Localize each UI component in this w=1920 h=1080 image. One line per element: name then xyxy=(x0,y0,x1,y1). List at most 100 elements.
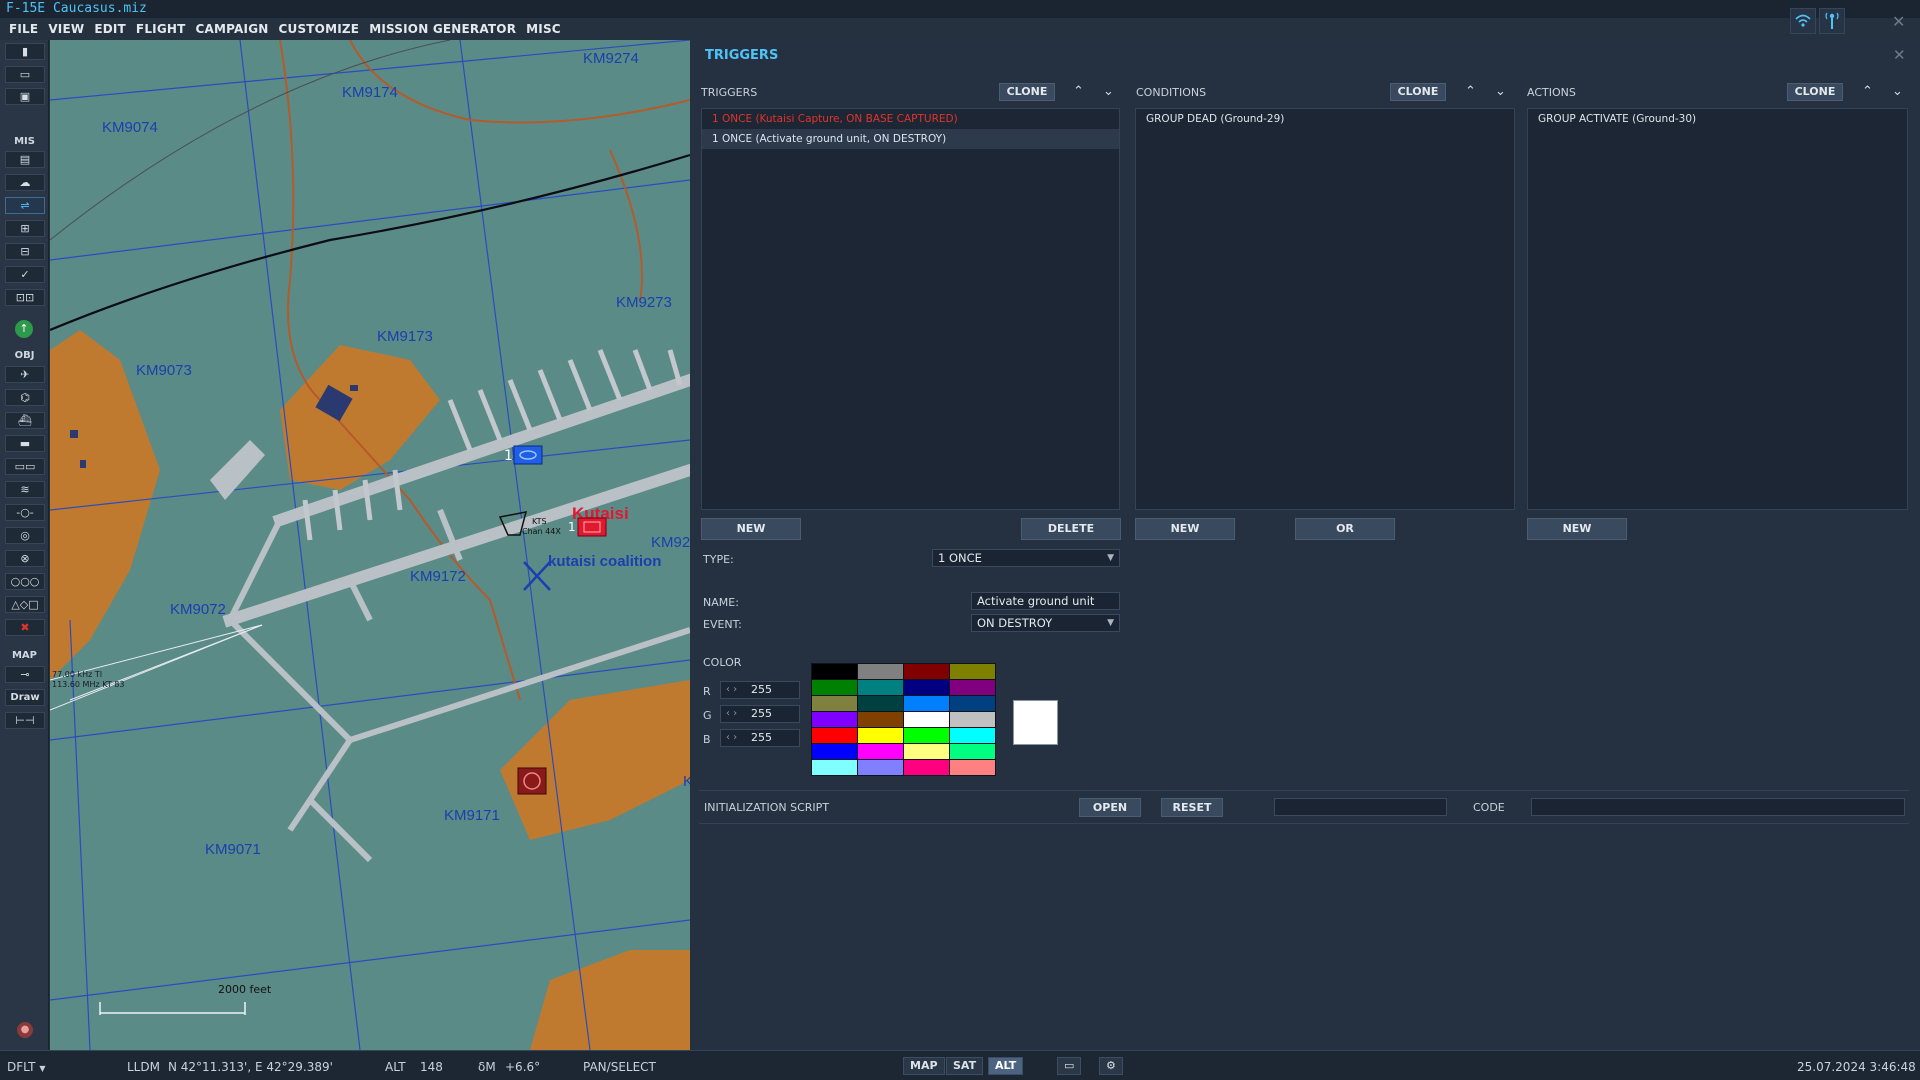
menu-edit[interactable]: EDIT xyxy=(94,22,126,36)
map-mode-button[interactable]: MAP xyxy=(903,1057,945,1075)
mission-options-icon[interactable]: ⊡⊡ xyxy=(5,289,45,306)
template-icon[interactable]: ≋ xyxy=(5,481,45,498)
event-select[interactable]: ON DESTROY ▼ xyxy=(971,614,1120,632)
trigger-row-selected[interactable]: 1 ONCE (Activate ground unit, ON DESTROY… xyxy=(702,129,1119,149)
color-swatch[interactable] xyxy=(904,744,949,759)
condition-new-button[interactable]: NEW xyxy=(1135,518,1235,540)
menu-campaign[interactable]: CAMPAIGN xyxy=(196,22,269,36)
record-icon[interactable]: ● xyxy=(17,1022,33,1038)
red-value-input[interactable]: ‹ › 255 xyxy=(720,681,800,699)
triggers-icon[interactable]: ⇌ xyxy=(5,197,45,214)
target-object-icon[interactable] xyxy=(517,767,547,795)
color-swatch[interactable] xyxy=(858,760,903,775)
briefing-icon[interactable]: ▤ xyxy=(5,151,45,168)
stepper-arrows-icon[interactable]: ‹ › xyxy=(726,706,737,722)
new-mission-icon[interactable]: ▮ xyxy=(5,43,45,60)
color-swatch[interactable] xyxy=(904,712,949,727)
color-swatch[interactable] xyxy=(812,680,857,695)
color-swatch[interactable] xyxy=(950,696,995,711)
code-input[interactable] xyxy=(1531,798,1905,816)
group-icon[interactable]: ○○○ xyxy=(5,573,45,590)
color-swatch[interactable] xyxy=(950,712,995,727)
color-swatch[interactable] xyxy=(858,728,903,743)
window-close-icon[interactable]: ✕ xyxy=(1892,12,1905,31)
color-swatch[interactable] xyxy=(812,728,857,743)
menu-view[interactable]: VIEW xyxy=(48,22,84,36)
shapes-icon[interactable]: △◇□ xyxy=(5,596,45,613)
color-swatch[interactable] xyxy=(812,696,857,711)
antenna-icon[interactable] xyxy=(1819,8,1845,34)
color-swatch[interactable] xyxy=(904,664,949,679)
color-swatch[interactable] xyxy=(950,728,995,743)
triggers-clone-button[interactable]: CLONE xyxy=(999,83,1055,101)
color-swatch[interactable] xyxy=(950,760,995,775)
triggers-list[interactable]: 1 ONCE (Kutaisi Capture, ON BASE CAPTURE… xyxy=(701,108,1120,510)
menu-file[interactable]: FILE xyxy=(9,22,38,36)
stepper-arrows-icon[interactable]: ‹ › xyxy=(726,730,737,746)
color-swatch[interactable] xyxy=(904,760,949,775)
trigger-new-button[interactable]: NEW xyxy=(701,518,801,540)
blue-ground-unit-icon[interactable] xyxy=(513,445,543,465)
vehicle-icon[interactable]: ▬ xyxy=(5,435,45,452)
nav-point-icon[interactable]: ⊗ xyxy=(5,550,45,567)
action-new-button[interactable]: NEW xyxy=(1527,518,1627,540)
color-swatch[interactable] xyxy=(812,744,857,759)
coalition-zone-marker[interactable] xyxy=(523,561,551,591)
color-swatch[interactable] xyxy=(858,712,903,727)
action-row[interactable]: GROUP ACTIVATE (Ground-30) xyxy=(1528,109,1907,129)
conditions-clone-button[interactable]: CLONE xyxy=(1390,83,1446,101)
map-view[interactable]: 77.00 kHz TI 113.60 MHz KT 83 KM9274 KM9… xyxy=(50,40,690,1050)
sat-mode-button[interactable]: SAT xyxy=(946,1057,984,1075)
static-object-icon[interactable]: ▭▭ xyxy=(5,458,45,475)
color-swatch[interactable] xyxy=(858,696,903,711)
actions-clone-button[interactable]: CLONE xyxy=(1787,83,1843,101)
color-swatch[interactable] xyxy=(904,728,949,743)
conditions-list[interactable]: GROUP DEAD (Ground-29) xyxy=(1135,108,1515,510)
color-swatch[interactable] xyxy=(904,696,949,711)
coord-mode[interactable]: LLDM xyxy=(127,1060,160,1074)
actions-move-up-icon[interactable]: ⌃ xyxy=(1862,84,1873,99)
init-script-open-button[interactable]: OPEN xyxy=(1079,798,1141,817)
menu-customize[interactable]: CUSTOMIZE xyxy=(279,22,360,36)
menu-misc[interactable]: MISC xyxy=(526,22,561,36)
weather-icon[interactable]: ☁ xyxy=(5,174,45,191)
settings-gear-icon[interactable]: ⚙ xyxy=(1099,1057,1123,1075)
menu-mission-generator[interactable]: MISSION GENERATOR xyxy=(369,22,516,36)
red-airbase-icon[interactable] xyxy=(577,517,607,537)
color-swatch[interactable] xyxy=(950,680,995,695)
stepper-arrows-icon[interactable]: ‹ › xyxy=(726,682,737,698)
conditions-move-up-icon[interactable]: ⌃ xyxy=(1465,84,1476,99)
green-up-icon[interactable]: ↑ xyxy=(15,320,33,338)
color-swatch[interactable] xyxy=(858,664,903,679)
type-select[interactable]: 1 ONCE ▼ xyxy=(932,549,1120,567)
key-icon[interactable]: ⊸ xyxy=(5,666,45,683)
panel-close-icon[interactable]: ✕ xyxy=(1893,46,1906,64)
trigger-row[interactable]: 1 ONCE (Kutaisi Capture, ON BASE CAPTURE… xyxy=(702,109,1119,129)
draw-button[interactable]: Draw xyxy=(5,689,45,706)
menu-flight[interactable]: FLIGHT xyxy=(136,22,186,36)
check-icon[interactable]: ✓ xyxy=(5,266,45,283)
ship-icon[interactable]: ⛴ xyxy=(5,412,45,429)
goals-icon[interactable]: ⊟ xyxy=(5,243,45,260)
network-icon[interactable] xyxy=(1790,8,1816,34)
triggers-move-down-icon[interactable]: ⌄ xyxy=(1103,84,1114,99)
color-swatch[interactable] xyxy=(812,760,857,775)
save-icon[interactable]: ▣ xyxy=(5,88,45,105)
profile-select[interactable]: DFLT ▼ xyxy=(7,1060,46,1074)
triggers-move-up-icon[interactable]: ⌃ xyxy=(1073,84,1084,99)
airplane-icon[interactable]: ✈ xyxy=(5,366,45,383)
color-swatch[interactable] xyxy=(950,664,995,679)
init-script-reset-button[interactable]: RESET xyxy=(1161,798,1223,817)
condition-row[interactable]: GROUP DEAD (Ground-29) xyxy=(1136,109,1514,129)
delete-icon[interactable]: ✖ xyxy=(5,619,45,636)
color-swatch[interactable] xyxy=(904,680,949,695)
open-folder-icon[interactable]: ▭ xyxy=(5,66,45,83)
color-swatch[interactable] xyxy=(950,744,995,759)
blue-value-input[interactable]: ‹ › 255 xyxy=(720,729,800,747)
ruler-icon[interactable]: ⊢⊣ xyxy=(5,712,45,729)
route-icon[interactable]: -○- xyxy=(5,504,45,521)
condition-or-button[interactable]: OR xyxy=(1295,518,1395,540)
screen-icon[interactable]: ▭ xyxy=(1057,1057,1082,1075)
target-icon[interactable]: ◎ xyxy=(5,527,45,544)
alt-mode-button[interactable]: ALT xyxy=(988,1057,1024,1075)
